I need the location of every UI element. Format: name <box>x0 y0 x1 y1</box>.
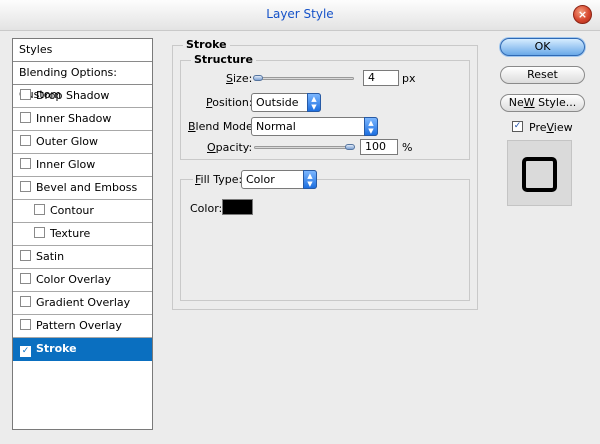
stroke-checkbox[interactable]: ✓ <box>20 346 31 357</box>
blend-mode-select-value: Normal <box>256 120 296 133</box>
style-item-texture[interactable]: Texture <box>13 223 152 246</box>
color-overlay-checkbox[interactable] <box>20 273 31 284</box>
preview-swatch <box>522 157 557 192</box>
style-item-color-overlay[interactable]: Color Overlay <box>13 269 152 292</box>
style-item-drop-shadow[interactable]: Drop Shadow <box>13 85 152 108</box>
style-item-satin[interactable]: Satin <box>13 246 152 269</box>
stroke-color-swatch[interactable] <box>222 199 253 215</box>
opacity-input[interactable]: 100 <box>360 139 398 155</box>
style-item-label: Bevel and Emboss <box>36 181 138 194</box>
position-label: Position: <box>206 96 253 109</box>
preview-checkbox[interactable]: ✓ <box>512 121 523 132</box>
structure-title: Structure <box>191 53 256 66</box>
style-item-label: Satin <box>36 250 65 263</box>
size-slider-track[interactable] <box>254 77 354 80</box>
styles-header[interactable]: Styles <box>13 39 152 62</box>
blend-mode-chevron-icon: ▲ ▼ <box>364 117 378 136</box>
style-item-inner-shadow[interactable]: Inner Shadow <box>13 108 152 131</box>
style-item-outer-glow[interactable]: Outer Glow <box>13 131 152 154</box>
reset-button[interactable]: Reset <box>500 66 585 84</box>
style-item-label: Color Overlay <box>36 273 111 286</box>
style-item-label: Outer Glow <box>36 135 99 148</box>
style-item-contour[interactable]: Contour <box>13 200 152 223</box>
style-item-bevel-emboss[interactable]: Bevel and Emboss <box>13 177 152 200</box>
blending-options-item[interactable]: Blending Options: Custom <box>13 62 152 101</box>
size-label: Size: <box>226 72 253 85</box>
style-item-label: Drop Shadow <box>36 89 110 102</box>
preview-thumbnail <box>507 140 572 206</box>
satin-checkbox[interactable] <box>20 250 31 261</box>
style-item-gradient-overlay[interactable]: Gradient Overlay <box>13 292 152 315</box>
position-select[interactable]: Outside ▲ ▼ <box>251 93 321 112</box>
contour-checkbox[interactable] <box>34 204 45 215</box>
style-item-label: Gradient Overlay <box>36 296 131 309</box>
bevel-emboss-checkbox[interactable] <box>20 181 31 192</box>
position-chevron-icon: ▲ ▼ <box>307 93 321 112</box>
style-item-label: Pattern Overlay <box>36 319 122 332</box>
opacity-unit: % <box>402 141 413 154</box>
fill-type-chevron-icon: ▲ ▼ <box>303 170 317 189</box>
styles-list: Styles Blending Options: Custom Drop Sha… <box>12 38 153 430</box>
stroke-section-title: Stroke <box>183 38 230 51</box>
title-bar: Layer Style × <box>0 0 600 31</box>
opacity-slider-thumb[interactable] <box>345 144 355 150</box>
color-label: Color: <box>190 202 223 215</box>
fill-type-label: Fill Type: <box>193 173 245 186</box>
ok-button[interactable]: OK <box>500 38 585 56</box>
size-unit: px <box>402 72 416 85</box>
style-item-inner-glow[interactable]: Inner Glow <box>13 154 152 177</box>
opacity-label: Opacity: <box>207 141 253 154</box>
style-item-pattern-overlay[interactable]: Pattern Overlay <box>13 315 152 338</box>
inner-shadow-checkbox[interactable] <box>20 112 31 123</box>
position-select-value: Outside <box>256 96 299 109</box>
style-item-label: Inner Shadow <box>36 112 112 125</box>
style-item-label: Stroke <box>36 342 77 355</box>
size-input[interactable]: 4 <box>363 70 399 86</box>
opacity-slider-track[interactable] <box>254 146 354 149</box>
window-title: Layer Style <box>266 7 334 21</box>
fill-type-select-value: Color <box>246 173 275 186</box>
style-item-label: Contour <box>50 204 94 217</box>
pattern-overlay-checkbox[interactable] <box>20 319 31 330</box>
drop-shadow-checkbox[interactable] <box>20 89 31 100</box>
fill-type-select[interactable]: Color ▲ ▼ <box>241 170 317 189</box>
style-item-stroke[interactable]: ✓ Stroke <box>13 338 152 361</box>
gradient-overlay-checkbox[interactable] <box>20 296 31 307</box>
style-item-label: Inner Glow <box>36 158 96 171</box>
blend-mode-select[interactable]: Normal ▲ ▼ <box>251 117 378 136</box>
size-slider-thumb[interactable] <box>253 75 263 81</box>
new-style-button[interactable]: NeW Style... <box>500 94 585 112</box>
outer-glow-checkbox[interactable] <box>20 135 31 146</box>
close-icon[interactable]: × <box>573 5 592 24</box>
texture-checkbox[interactable] <box>34 227 45 238</box>
blend-mode-label: Blend Mode: <box>188 120 257 133</box>
inner-glow-checkbox[interactable] <box>20 158 31 169</box>
preview-label: PreView <box>529 121 573 134</box>
style-item-label: Texture <box>50 227 91 240</box>
fill-type-group <box>180 179 470 301</box>
